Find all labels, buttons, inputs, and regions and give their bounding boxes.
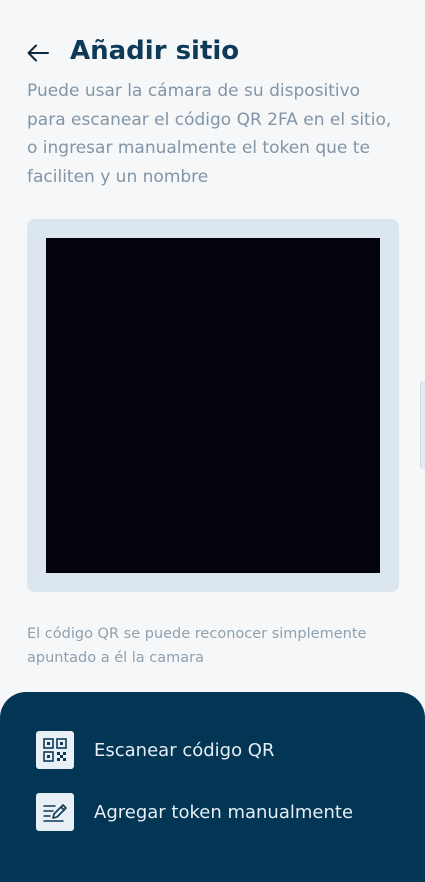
side-panel-handle[interactable] (420, 381, 425, 469)
add-token-label: Agregar token manualmente (94, 801, 354, 823)
header: Añadir sitio (0, 30, 425, 74)
intro-text: Puede usar la cámara de su dispositivo p… (27, 81, 392, 187)
page-title: Añadir sitio (70, 36, 240, 66)
arrow-left-icon (27, 44, 49, 62)
camera-frame (27, 219, 399, 592)
edit-note-icon (36, 793, 74, 831)
camera-preview[interactable] (46, 238, 380, 573)
hint-text: El código QR se puede reconocer simpleme… (27, 626, 367, 666)
scan-qr-button[interactable]: Escanear código QR (36, 730, 274, 770)
back-button[interactable] (24, 39, 52, 67)
qr-code-icon (36, 731, 74, 769)
add-site-screen: Añadir sitio Puede usar la cámara de su … (0, 0, 425, 882)
add-token-manually-button[interactable]: Agregar token manualmente (36, 792, 353, 832)
bottom-sheet: Escanear código QR Agregar token manualm… (0, 692, 425, 882)
scan-qr-label: Escanear código QR (94, 739, 275, 761)
